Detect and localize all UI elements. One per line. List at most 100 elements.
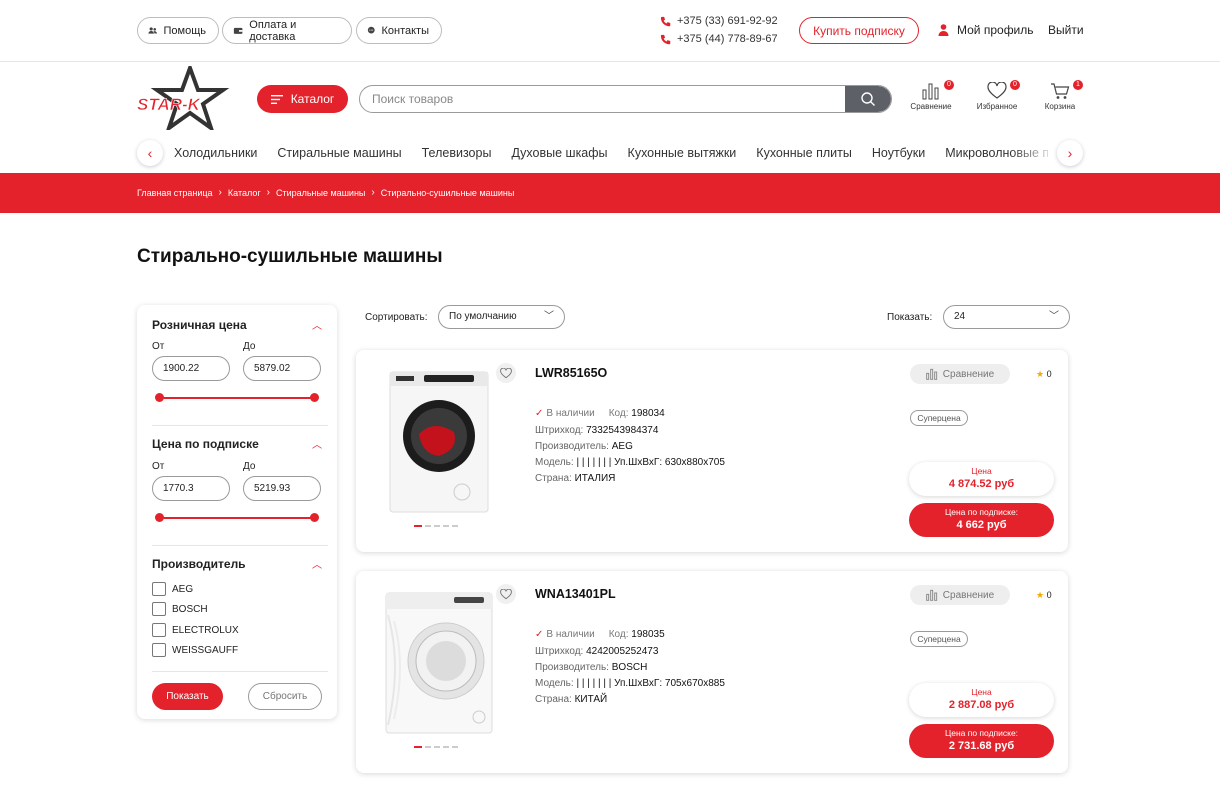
show-count-label: Показать: <box>887 312 933 323</box>
subscription-price-button[interactable]: Цена по подписке: 2 731.68 руб <box>909 724 1054 758</box>
manufacturer-title[interactable]: Производитель <box>152 557 246 571</box>
slider-handle-min[interactable] <box>155 513 164 522</box>
sub-price-to-input[interactable]: 5219.93 <box>243 476 321 501</box>
category-stoves[interactable]: Кухонные плиты <box>756 146 852 160</box>
slider-handle-min[interactable] <box>155 393 164 402</box>
help-link[interactable]: Помощь <box>137 17 219 44</box>
manufacturer-checkbox-weissgauff[interactable]: WEISSGAUFF <box>152 643 238 657</box>
rating-value: 0 <box>1046 590 1052 600</box>
checkbox[interactable] <box>152 602 166 616</box>
super-price-badge: Суперцена <box>910 410 968 426</box>
payment-delivery-link[interactable]: Оплата и доставка <box>222 17 352 44</box>
chevron-right-icon: › <box>218 187 222 198</box>
retail-price-slider[interactable] <box>155 393 319 402</box>
reset-filter-button[interactable]: Сбросить <box>248 683 322 710</box>
breadcrumb-home[interactable]: Главная страница <box>137 188 213 198</box>
category-fridges[interactable]: Холодильники <box>174 146 257 160</box>
catalog-button[interactable]: Каталог <box>257 85 348 113</box>
category-tvs[interactable]: Телевизоры <box>422 146 492 160</box>
show-count-value: 24 <box>954 311 966 322</box>
code-value: 198035 <box>631 629 665 640</box>
country-row: Страна: ИТАЛИЯ <box>535 473 615 484</box>
category-hoods[interactable]: Кухонные вытяжки <box>628 146 737 160</box>
breadcrumb-catalog[interactable]: Каталог <box>228 188 261 198</box>
product-name[interactable]: WNA13401PL <box>535 587 616 601</box>
chevron-up-icon[interactable]: ︿ <box>312 317 322 332</box>
image-carousel-dots[interactable] <box>414 525 458 527</box>
cart-header-button[interactable]: 1 Корзина <box>1030 80 1090 111</box>
slider-handle-max[interactable] <box>310 393 319 402</box>
checkbox[interactable] <box>152 643 166 657</box>
category-ovens[interactable]: Духовые шкафы <box>511 146 607 160</box>
star-icon: ★ <box>1036 590 1045 600</box>
sub-price-title[interactable]: Цена по подписке <box>152 437 259 451</box>
apply-filter-button[interactable]: Показать <box>152 683 223 710</box>
sub-from-label: От <box>152 461 165 472</box>
compare-button[interactable]: Сравнение <box>910 585 1010 605</box>
chevron-up-icon[interactable]: ︿ <box>312 556 322 571</box>
favorites-header-button[interactable]: 0 Избранное <box>967 80 1027 111</box>
manufacturer-checkbox-electrolux[interactable]: ELECTROLUX <box>152 623 239 637</box>
barcode-label: Штрихкод: <box>535 646 584 657</box>
product-card[interactable]: WNA13401PL ✓ В наличии Код: 198035 Штрихк… <box>356 571 1068 773</box>
search-icon <box>861 92 875 106</box>
category-washing-machines[interactable]: Стиральные машины <box>277 146 401 160</box>
search-input[interactable] <box>372 86 842 112</box>
breadcrumb-washing[interactable]: Стиральные машины <box>276 188 365 198</box>
subscription-price-button[interactable]: Цена по подписке: 4 662 руб <box>909 503 1054 537</box>
checkbox-label: BOSCH <box>172 603 208 615</box>
compare-label: Сравнение <box>942 589 995 601</box>
compare-button[interactable]: Сравнение <box>910 364 1010 384</box>
manufacturer-checkbox-aeg[interactable]: AEG <box>152 582 193 596</box>
category-laptops[interactable]: Ноутбуки <box>872 146 925 160</box>
buy-subscription-button[interactable]: Купить подписку <box>799 17 919 44</box>
chevron-up-icon[interactable]: ︿ <box>312 436 322 451</box>
sub-price-slider[interactable] <box>155 513 319 522</box>
checkbox[interactable] <box>152 582 166 596</box>
model-row: Модель: | | | | | | | Уп.ШхВхГ: 705х670х… <box>535 678 725 689</box>
profile-link[interactable]: Мой профиль <box>938 23 1034 37</box>
logout-link[interactable]: Выйти <box>1048 23 1084 37</box>
show-count-select[interactable]: 24 ﹀ <box>943 305 1070 329</box>
phone-1[interactable]: +375 (33) 691-92-92 <box>660 15 778 27</box>
add-to-favorites-button[interactable] <box>496 584 516 604</box>
product-image[interactable] <box>384 585 496 735</box>
country-value: КИТАЙ <box>574 694 608 705</box>
contacts-link[interactable]: Контакты <box>356 17 442 44</box>
sub-price-from-input[interactable]: 1770.3 <box>152 476 230 501</box>
maker-value: BOSCH <box>611 662 648 673</box>
sort-select[interactable]: По умолчанию ﹀ <box>438 305 565 329</box>
payment-label: Оплата и доставка <box>249 18 297 43</box>
compare-label: Сравнение <box>942 368 995 380</box>
retail-price-from-input[interactable]: 1900.22 <box>152 356 230 381</box>
stock-row: ✓ В наличии Код: 198034 <box>535 408 665 419</box>
product-card[interactable]: LWR85165O ✓ В наличии Код: 198034 Штрихко… <box>356 350 1068 552</box>
search-button[interactable] <box>845 86 891 112</box>
slider-handle-max[interactable] <box>310 513 319 522</box>
price-label: Цена <box>971 466 992 476</box>
manufacturer-checkbox-bosch[interactable]: BOSCH <box>152 602 208 616</box>
filter-divider <box>152 425 328 426</box>
barcode-row: Штрихкод: 7332543984374 <box>535 425 658 436</box>
categories-prev-button[interactable]: ‹ <box>137 140 163 166</box>
sub-to-label: До <box>243 461 256 472</box>
checkbox[interactable] <box>152 623 166 637</box>
retail-price-to-input[interactable]: 5879.02 <box>243 356 321 381</box>
phone-icon <box>660 34 671 44</box>
categories-next-button[interactable]: › <box>1057 140 1083 166</box>
site-logo[interactable]: STAR-K <box>135 62 235 134</box>
image-carousel-dots[interactable] <box>414 746 458 748</box>
product-name[interactable]: LWR85165O <box>535 366 607 380</box>
maker-row: Производитель: AEG <box>535 441 633 452</box>
phone-2[interactable]: +375 (44) 778-89-67 <box>660 33 778 45</box>
sub-price-label: Цена по подписке: <box>944 507 1019 517</box>
code-label: Код: <box>608 629 629 640</box>
heart-icon <box>987 81 1007 99</box>
product-image[interactable] <box>384 364 496 514</box>
compare-header-button[interactable]: 0 Сравнение <box>901 80 961 111</box>
retail-price-title[interactable]: Розничная цена <box>152 318 247 332</box>
stock-row: ✓ В наличии Код: 198035 <box>535 629 665 640</box>
chevron-right-icon: › <box>1067 145 1073 161</box>
add-to-favorites-button[interactable] <box>496 363 516 383</box>
chevron-right-icon: › <box>371 187 375 198</box>
